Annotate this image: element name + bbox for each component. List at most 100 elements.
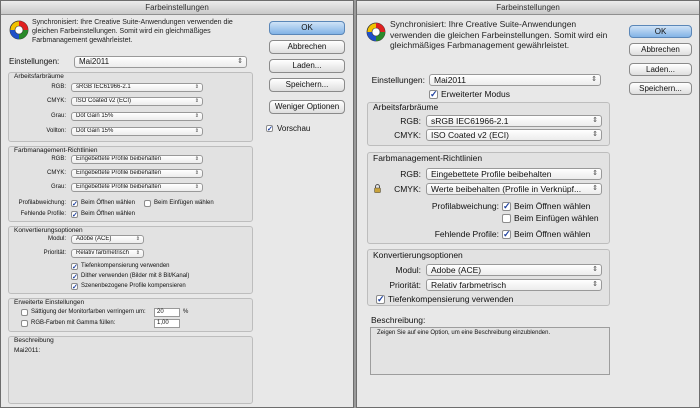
conversion-title: Konvertierungsoptionen xyxy=(373,250,463,260)
gray-policy-value: Eingebettete Profile beibehalten xyxy=(76,184,162,190)
preview-label: Vorschau xyxy=(277,124,311,133)
blend-input[interactable]: 1,00 xyxy=(154,319,180,328)
updown-arrow-icon: ⇕ xyxy=(194,156,199,162)
cmyk-policy-value: Werte beibehalten (Profile in Verknüpf..… xyxy=(431,184,582,194)
engine-value: Adobe (ACE) xyxy=(76,236,112,242)
updown-arrow-icon: ⇕ xyxy=(591,76,597,83)
advanced-title: Erweiterte Einstellungen xyxy=(14,299,85,306)
mismatch-open-checkbox[interactable]: ✓ xyxy=(71,200,78,208)
color-settings-dialog-expanded: Farbeinstellungen Synchronisiert: Ihre C… xyxy=(0,0,354,408)
missing-open-checkbox[interactable]: ✓ xyxy=(502,229,511,239)
gray-policy-label: Grau: xyxy=(50,184,66,190)
engine-select[interactable]: Adobe (ACE) ⇕ xyxy=(71,235,144,244)
missing-open-label: Beim Öffnen wählen xyxy=(81,211,135,217)
scene-checkbox[interactable]: ✓ xyxy=(71,283,78,291)
updown-arrow-icon: ⇕ xyxy=(194,170,199,176)
updown-arrow-icon: ⇕ xyxy=(592,131,598,138)
cmyk-working-value: ISO Coated v2 (ECI) xyxy=(431,130,509,140)
spot-working-select[interactable]: Dot Gain 15% ⇕ xyxy=(71,127,203,136)
cancel-button[interactable]: Abbrechen xyxy=(629,43,692,56)
engine-value: Adobe (ACE) xyxy=(431,265,482,275)
cmyk-policy-value: Eingebettete Profile beibehalten xyxy=(76,170,162,176)
fewer-options-button[interactable]: Weniger Optionen xyxy=(269,100,345,114)
intent-label: Priorität: xyxy=(389,280,421,290)
updown-arrow-icon: ⇕ xyxy=(194,113,199,119)
mismatch-open-checkbox[interactable]: ✓ xyxy=(502,201,511,211)
dither-checkbox[interactable]: ✓ xyxy=(71,273,78,281)
policies-title: Farbmanagement-Richtlinien xyxy=(373,153,483,163)
preview-checkbox[interactable]: ✓ xyxy=(266,125,273,133)
gray-policy-select[interactable]: Eingebettete Profile beibehalten ⇕ xyxy=(71,183,203,192)
rgb-policy-value: Eingebettete Profile beibehalten xyxy=(76,156,162,162)
settings-select[interactable]: Mai2011 ⇕ xyxy=(74,56,247,68)
mismatch-paste-label: Beim Einfügen wählen xyxy=(514,213,599,223)
conversion-title: Konvertierungsoptionen xyxy=(14,227,83,234)
cmyk-working-select[interactable]: ISO Coated v2 (ECI) ⇕ xyxy=(71,97,203,106)
rgb-policy-select[interactable]: Eingebettete Profile beibehalten ⇕ xyxy=(426,168,602,180)
rgb-policy-value: Eingebettete Profile beibehalten xyxy=(431,169,552,179)
cmyk-working-select[interactable]: ISO Coated v2 (ECI) ⇕ xyxy=(426,129,602,141)
updown-arrow-icon: ⇕ xyxy=(592,170,598,177)
intent-select[interactable]: Relativ farbmetrisch ⇕ xyxy=(71,249,144,258)
settings-value: Mai2011 xyxy=(79,57,110,66)
bpc-label: Tiefenkompensierung verwenden xyxy=(81,263,170,269)
gray-working-select[interactable]: Dot Gain 15% ⇕ xyxy=(71,112,203,121)
settings-label: Einstellungen: xyxy=(9,57,60,66)
load-button[interactable]: Laden... xyxy=(629,63,692,76)
updown-arrow-icon: ⇕ xyxy=(592,117,598,124)
sync-note: Synchronisiert: Ihre Creative Suite-Anwe… xyxy=(32,19,233,44)
desaturate-checkbox[interactable] xyxy=(21,309,28,316)
save-button[interactable]: Speichern... xyxy=(269,78,345,92)
rgb-working-select[interactable]: sRGB IEC61966-2.1 ⇕ xyxy=(426,115,602,127)
rgb-working-value: sRGB IEC61966-2.1 xyxy=(431,116,509,126)
desaturate-unit: % xyxy=(183,309,189,315)
spot-working-value: Dot Gain 15% xyxy=(76,128,114,134)
ok-button[interactable]: OK xyxy=(269,21,345,35)
blend-checkbox[interactable] xyxy=(21,320,28,327)
cmyk-working-label: CMYK: xyxy=(394,130,421,140)
updown-arrow-icon: ⇕ xyxy=(194,98,199,104)
cancel-button[interactable]: Abbrechen xyxy=(269,40,345,54)
rgb-policy-select[interactable]: Eingebettete Profile beibehalten ⇕ xyxy=(71,155,203,164)
load-button[interactable]: Laden... xyxy=(269,59,345,73)
cmyk-policy-label: CMYK: xyxy=(46,170,66,176)
mismatch-paste-label: Beim Einfügen wählen xyxy=(154,200,214,206)
intent-value: Relativ farbmetrisch xyxy=(76,250,130,256)
cmyk-policy-label: CMYK: xyxy=(394,184,421,194)
missing-label: Fehlende Profile: xyxy=(20,211,66,217)
ok-button[interactable]: OK xyxy=(629,25,692,38)
missing-open-checkbox[interactable]: ✓ xyxy=(71,211,78,219)
intent-select[interactable]: Relativ farbmetrisch ⇕ xyxy=(426,279,602,291)
blend-label: RGB-Farben mit Gamma füllen: xyxy=(31,320,116,326)
color-wheel-icon xyxy=(9,20,29,40)
description-group xyxy=(8,336,253,404)
rgb-policy-label: RGB: xyxy=(400,169,421,179)
bpc-checkbox[interactable]: ✓ xyxy=(71,263,78,271)
policies-title: Farbmanagement-Richtlinien xyxy=(14,147,98,154)
desaturate-label: Sättigung der Monitorfarben verringern u… xyxy=(31,309,146,315)
updown-arrow-icon: ⇕ xyxy=(592,281,598,288)
rgb-working-select[interactable]: sRGB IEC61966-2.1 ⇕ xyxy=(71,83,203,92)
intent-value: Relativ farbmetrisch xyxy=(431,280,507,290)
updown-arrow-icon: ⇕ xyxy=(135,236,140,242)
mismatch-paste-checkbox[interactable] xyxy=(144,200,151,207)
window-title: Farbeinstellungen xyxy=(357,1,699,15)
updown-arrow-icon: ⇕ xyxy=(194,184,199,190)
gray-working-label: Grau: xyxy=(50,113,66,119)
mismatch-label: Profilabweichung: xyxy=(431,201,499,211)
desaturate-input[interactable]: 20 xyxy=(154,308,180,317)
working-spaces-title: Arbeitsfarbräume xyxy=(14,73,64,80)
bpc-label: Tiefenkompensierung verwenden xyxy=(388,294,514,304)
save-button[interactable]: Speichern... xyxy=(629,82,692,95)
scene-label: Szenenbezogene Profile kompensieren xyxy=(81,283,186,289)
cmyk-policy-select[interactable]: Eingebettete Profile beibehalten ⇕ xyxy=(71,169,203,178)
mismatch-paste-checkbox[interactable] xyxy=(502,214,511,223)
cmyk-policy-select[interactable]: Werte beibehalten (Profile in Verknüpf..… xyxy=(426,183,602,195)
settings-select[interactable]: Mai2011 ⇕ xyxy=(429,74,601,86)
working-spaces-title: Arbeitsfarbräume xyxy=(373,102,439,112)
bpc-checkbox[interactable]: ✓ xyxy=(376,294,385,304)
advanced-mode-checkbox[interactable]: ✓ xyxy=(429,89,438,99)
advanced-mode-label: Erweiterter Modus xyxy=(441,89,510,99)
engine-label: Modul: xyxy=(395,265,421,275)
engine-select[interactable]: Adobe (ACE) ⇕ xyxy=(426,264,602,276)
